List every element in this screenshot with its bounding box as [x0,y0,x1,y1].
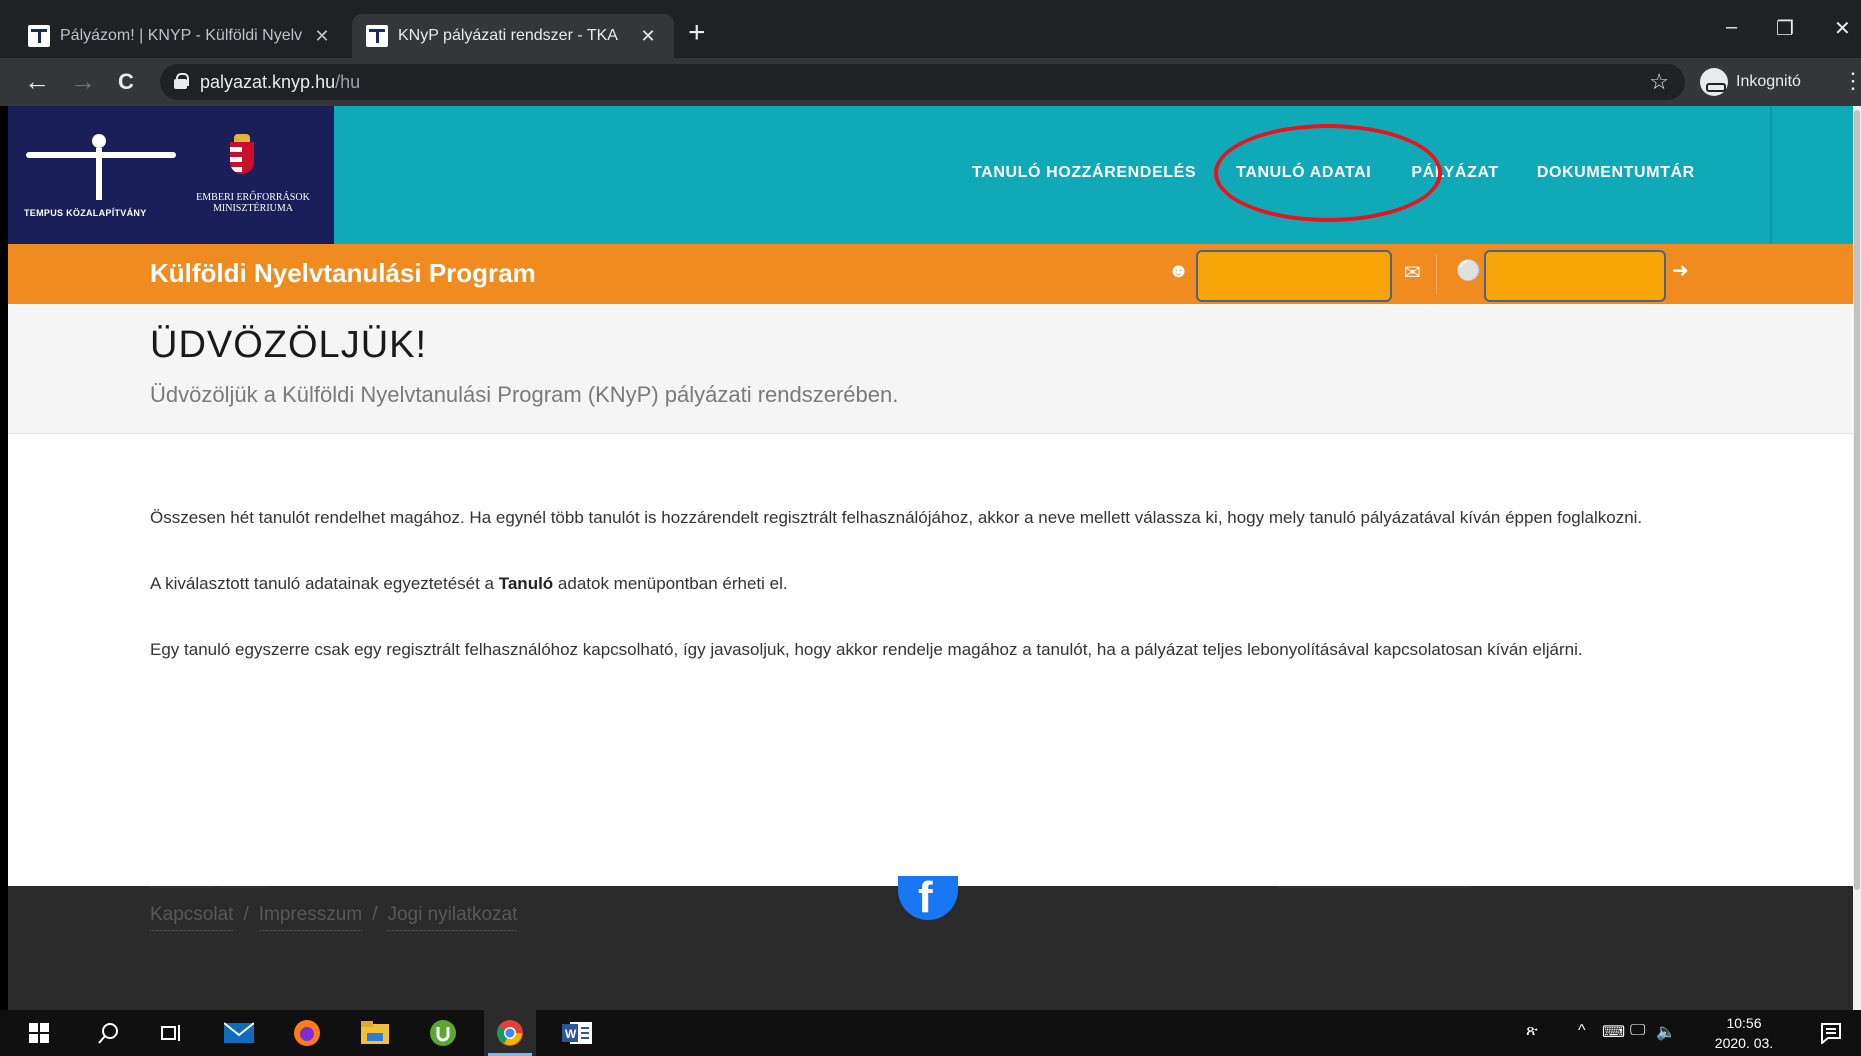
word-icon[interactable]: W [562,1018,592,1048]
p2-text-end: adatok menüpontban érheti el. [553,574,788,593]
info-paragraph-2: A kiválasztott tanuló adatainak egyeztet… [150,568,1710,600]
input-method-icon[interactable]: ⌨ [1602,1022,1625,1042]
info-paragraph-1: Összesen hét tanulót rendelhet magához. … [150,508,1643,527]
window-close-icon[interactable]: ✕ [1834,16,1851,41]
search-icon[interactable] [94,1018,124,1048]
redacted-account[interactable] [1484,250,1666,302]
network-icon[interactable]: 🖵 [1630,1022,1645,1040]
incognito-icon [1700,68,1728,96]
p2-bold-term: Tanuló [498,574,554,593]
program-bar: Külföldi Nyelvtanulási Program ☻ ✉ ⚪ ➜ [8,244,1853,304]
site-logo[interactable]: TEMPUS KÖZALAPÍTVÁNY EMBERI ERŐFORRÁSOK … [8,106,334,244]
footer-link-kapcsolat[interactable]: Kapcsolat [150,904,234,931]
browser-tab-knyp[interactable]: Pályázom! | KNYP - Külföldi Nyelv ✕ [14,14,348,58]
info-paragraph-3: Egy tanuló egyszerre csak egy regisztrál… [150,640,1583,659]
ministry-line-2: MINISZTÉRIUMA [213,203,293,214]
tab-title: Pályázom! | KNYP - Külföldi Nyelv [60,27,303,44]
footer-link-jogi-nyilatkozat[interactable]: Jogi nyilatkozat [387,904,518,931]
tka-favicon-icon [366,25,388,47]
logout-icon[interactable]: ➜ [1672,258,1689,283]
reload-icon[interactable]: C [118,69,134,95]
browser-tab-strip: Pályázom! | KNYP - Külföldi Nyelv ✕ KNyP… [0,0,1861,58]
url-domain: palyazat.knyp.hu [200,72,336,92]
page-title: ÜDVÖZÖLJÜK! [150,324,428,366]
browser-menu-icon[interactable]: ⋮ [1842,68,1861,94]
browser-toolbar: ← → C palyazat.knyp.hu/hu ☆ Inkognitó ⋮ [0,58,1861,106]
chevron-up-icon[interactable]: ^ [1578,1022,1586,1040]
hungarian-coat-of-arms-icon [230,134,254,174]
tab-close-icon[interactable]: ✕ [310,26,334,47]
action-center-icon[interactable] [1816,1018,1846,1048]
url-path: /hu [335,72,361,92]
tab-title: KNyP pályázati rendszer - TKA [398,27,618,44]
user-circle-icon: ☻ [1168,260,1190,282]
footer-separator: / [243,904,249,925]
back-arrow-icon[interactable]: ← [24,66,50,97]
mail-icon[interactable] [224,1018,254,1048]
footer-cutoff-text: ———— ——— [150,878,267,895]
svg-text:W: W [565,1027,577,1041]
tka-favicon-icon [28,25,50,47]
main-navigation: TANULÓ HOZZÁRENDELÉS TANULÓ ADATAI PÁLYÁ… [972,164,1695,182]
footer-separator: / [372,904,378,925]
incognito-indicator[interactable]: Inkognitó [1700,64,1801,100]
nav-dokumentumtar[interactable]: DOKUMENTUMTÁR [1537,164,1695,182]
facebook-icon[interactable] [898,876,958,920]
address-bar[interactable]: palyazat.knyp.hu/hu ☆ [160,64,1685,100]
nav-tanulo-hozzarendeles[interactable]: TANULÓ HOZZÁRENDELÉS [972,164,1196,182]
tempus-logo-text: TEMPUS KÖZALAPÍTVÁNY [24,208,147,218]
clock-date: 2020. 03. 02. [1714,1035,1774,1056]
footer-link-impresszum[interactable]: Impresszum [258,904,363,931]
chrome-taskbar-button[interactable] [484,1010,536,1056]
system-clock[interactable]: 10:56 2020. 03. 02. [1704,1013,1784,1056]
people-icon[interactable]: ጽ [1526,1022,1538,1040]
ministry-logo-text: EMBERI ERŐFORRÁSOK MINISZTÉRIUMA [178,192,328,214]
file-explorer-icon[interactable] [360,1018,390,1048]
bar-divider [1436,254,1437,294]
lock-icon[interactable] [174,73,189,89]
bookmark-star-icon[interactable]: ☆ [1649,69,1669,95]
site-footer: ———— ——— ———————————— Kapcsolat / Impres… [8,876,1853,1010]
windows-start-icon[interactable] [24,1018,54,1048]
minimize-icon[interactable]: – [1726,16,1737,39]
url-text[interactable]: palyazat.knyp.hu/hu [200,72,360,93]
page-viewport: TEMPUS KÖZALAPÍTVÁNY EMBERI ERŐFORRÁSOK … [8,106,1853,1010]
main-content: Összesen hét tanulót rendelhet magához. … [150,502,1710,700]
browser-tab-palyazat[interactable]: KNyP pályázati rendszer - TKA ✕ [352,14,674,58]
incognito-label: Inkognitó [1736,73,1801,90]
chrome-icon [495,1018,525,1048]
restore-icon[interactable]: ❐ [1776,16,1794,41]
volume-icon[interactable]: 🔈 [1656,1022,1676,1042]
task-view-icon[interactable] [156,1018,186,1048]
footer-cutoff-contact: ———————————— [1278,878,1470,895]
footer-links: Kapcsolat / Impresszum / Jogi nyilatkoza… [150,904,518,931]
new-tab-button[interactable]: + [688,18,706,48]
tempus-logo-icon [26,134,176,200]
utorrent-icon[interactable] [428,1018,458,1048]
site-header: TEMPUS KÖZALAPÍTVÁNY EMBERI ERŐFORRÁSOK … [8,106,1853,244]
program-title[interactable]: Külföldi Nyelvtanulási Program [150,258,536,289]
scrollbar-thumb[interactable] [1854,110,1860,890]
page-subtitle: Üdvözöljük a Külföldi Nyelvtanulási Prog… [150,382,899,407]
redacted-username[interactable] [1196,250,1392,302]
page-scrollbar[interactable] [1853,106,1861,1010]
welcome-section: ÜDVÖZÖLJÜK! Üdvözöljük a Külföldi Nyelvt… [8,304,1853,434]
forward-arrow-icon[interactable]: → [70,66,96,97]
header-divider [1770,106,1772,244]
nav-tanulo-adatai[interactable]: TANULÓ ADATAI [1236,164,1371,182]
lock-icon[interactable]: ⚪ [1456,258,1481,283]
ministry-line-1: EMBERI ERŐFORRÁSOK [196,192,310,203]
nav-palyazat[interactable]: PÁLYÁZAT [1411,164,1498,182]
clock-time: 10:56 [1726,1015,1762,1031]
p2-text-start: A kiválasztott tanuló adatainak egyeztet… [150,574,499,593]
envelope-icon[interactable]: ✉ [1404,260,1421,285]
windows-taskbar: W ጽ ^ ⌨ 🖵 🔈 10:56 2020. 03. 02. [0,1010,1861,1056]
tab-close-icon[interactable]: ✕ [636,26,660,47]
firefox-icon[interactable] [292,1018,322,1048]
